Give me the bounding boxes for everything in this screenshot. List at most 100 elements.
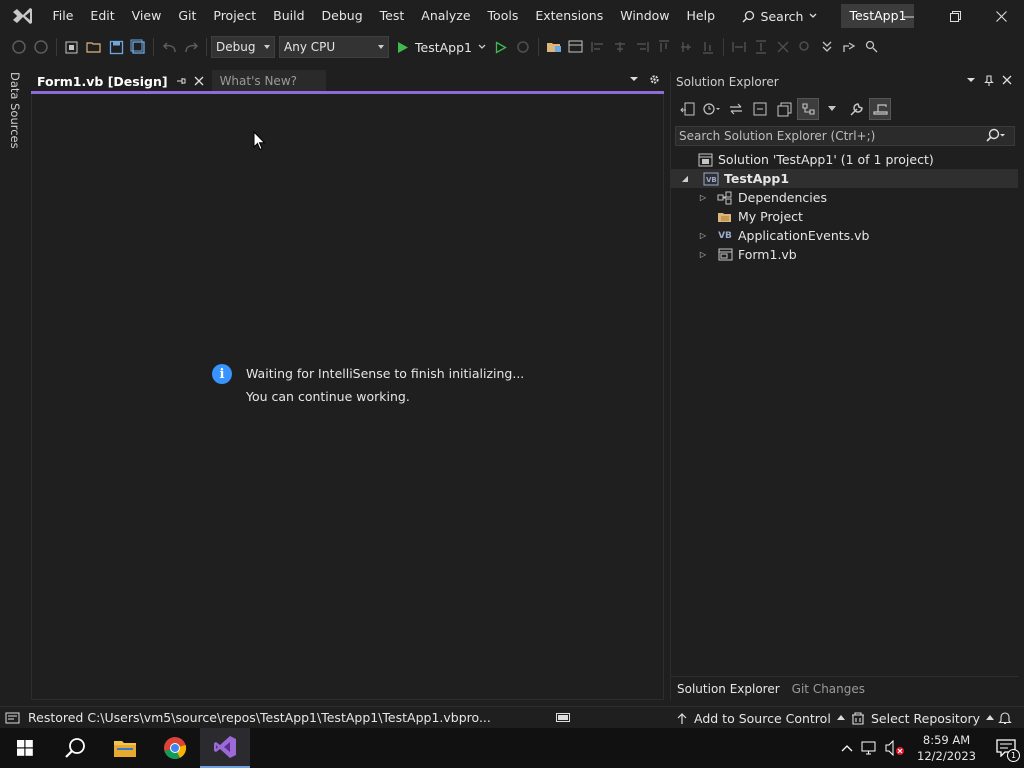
menu-tools[interactable]: Tools xyxy=(479,0,527,32)
window-position-dropdown-icon[interactable] xyxy=(966,75,976,85)
pending-changes-filter-button[interactable] xyxy=(701,98,723,120)
align-bottoms-button[interactable] xyxy=(697,36,719,58)
clock-icon xyxy=(703,103,720,115)
minimize-button[interactable] xyxy=(886,0,932,32)
tab-git-changes[interactable]: Git Changes xyxy=(786,682,871,696)
tree-item-dependencies[interactable]: ▷ Dependencies xyxy=(671,188,1018,207)
form-icon xyxy=(717,247,733,263)
new-project-button[interactable] xyxy=(61,36,83,58)
align-middles-button[interactable] xyxy=(675,36,697,58)
browse-folder-button[interactable] xyxy=(543,36,565,58)
tree-item-applicationevents[interactable]: ▷ VB ApplicationEvents.vb xyxy=(671,226,1018,245)
toolbar-overflow-button[interactable] xyxy=(816,36,838,58)
notifications-bell-icon[interactable] xyxy=(998,711,1012,725)
tab-list-dropdown-icon[interactable] xyxy=(629,74,639,84)
collapsed-triangle-icon[interactable]: ▷ xyxy=(697,249,709,261)
form-designer-surface[interactable]: i Waiting for IntelliSense to finish ini… xyxy=(31,94,664,700)
lock-controls-button[interactable] xyxy=(794,36,816,58)
network-icon[interactable] xyxy=(861,741,879,755)
menu-project[interactable]: Project xyxy=(205,0,265,32)
select-repository-button[interactable]: Select Repository xyxy=(851,707,995,729)
taskbar-clock[interactable]: 8:59 AM 12/2/2023 xyxy=(917,732,976,764)
data-sources-tab[interactable]: Data Sources xyxy=(8,72,22,149)
pin-icon[interactable] xyxy=(984,75,994,86)
redo-button[interactable] xyxy=(180,36,202,58)
close-icon[interactable] xyxy=(194,76,204,86)
close-window-button[interactable] xyxy=(978,0,1024,32)
align-rights-button[interactable] xyxy=(631,36,653,58)
save-all-button[interactable] xyxy=(127,36,149,58)
back-button[interactable] xyxy=(8,36,30,58)
menu-debug[interactable]: Debug xyxy=(313,0,371,32)
chevron-up-icon[interactable] xyxy=(841,744,853,752)
collapsed-triangle-icon[interactable]: ▷ xyxy=(697,192,709,204)
view-options-dropdown[interactable] xyxy=(821,98,843,120)
gear-icon[interactable] xyxy=(649,74,660,85)
properties-button[interactable] xyxy=(845,98,867,120)
sync-with-active-document-button[interactable] xyxy=(725,98,747,120)
align-lefts-button[interactable] xyxy=(587,36,609,58)
hot-reload-button[interactable] xyxy=(512,36,534,58)
copilot-button[interactable] xyxy=(860,36,882,58)
size-to-grid-button[interactable] xyxy=(772,36,794,58)
close-icon[interactable] xyxy=(1002,75,1012,85)
tree-item-solution[interactable]: Solution 'TestApp1' (1 of 1 project) xyxy=(671,150,1018,169)
search-icon[interactable] xyxy=(986,128,1006,144)
menu-view[interactable]: View xyxy=(123,0,170,32)
live-share-button[interactable] xyxy=(838,36,860,58)
menu-edit[interactable]: Edit xyxy=(82,0,123,32)
expanded-triangle-icon[interactable]: ◢ xyxy=(679,173,691,185)
collapse-all-button[interactable] xyxy=(749,98,771,120)
tree-item-form1[interactable]: ▷ Form1.vb xyxy=(671,245,1018,264)
taskbar-search-button[interactable] xyxy=(50,728,100,768)
pin-icon[interactable] xyxy=(176,76,186,86)
search-button[interactable]: Search xyxy=(736,4,824,28)
make-same-width-button[interactable] xyxy=(728,36,750,58)
menu-git[interactable]: Git xyxy=(170,0,205,32)
start-without-debugging-button[interactable] xyxy=(490,36,512,58)
align-left-icon xyxy=(591,42,603,52)
search-label: Search xyxy=(760,8,804,24)
menu-analyze[interactable]: Analyze xyxy=(413,0,479,32)
menu-build[interactable]: Build xyxy=(265,0,313,32)
tree-item-project-testapp1[interactable]: ◢ VB TestApp1 xyxy=(671,169,1018,188)
dependencies-icon xyxy=(717,190,733,206)
tab-strip-actions xyxy=(629,74,660,85)
volume-muted-icon[interactable] xyxy=(885,740,905,756)
preview-selected-items-button[interactable] xyxy=(797,98,819,120)
menu-file[interactable]: File xyxy=(44,0,82,32)
platform-dropdown[interactable]: Any CPU xyxy=(279,36,389,58)
output-messages-icon[interactable] xyxy=(5,712,20,724)
chrome-taskbar-button[interactable] xyxy=(150,728,200,768)
file-explorer-taskbar-button[interactable] xyxy=(100,728,150,768)
configuration-dropdown[interactable]: Debug xyxy=(211,36,275,58)
collapsed-triangle-icon[interactable]: ▷ xyxy=(697,230,709,242)
solution-explorer-search-input[interactable]: Search Solution Explorer (Ctrl+;) xyxy=(675,126,1015,146)
add-to-source-control-button[interactable]: Add to Source Control xyxy=(676,707,845,729)
tab-whats-new[interactable]: What's New? xyxy=(211,70,326,92)
undo-button[interactable] xyxy=(158,36,180,58)
wrench-icon xyxy=(849,102,863,116)
preview-button[interactable] xyxy=(869,98,891,120)
forward-button[interactable] xyxy=(30,36,52,58)
tree-item-my-project[interactable]: My Project xyxy=(671,207,1018,226)
layout-button[interactable] xyxy=(565,36,587,58)
menu-window[interactable]: Window xyxy=(612,0,678,32)
align-tops-button[interactable] xyxy=(653,36,675,58)
menu-extensions[interactable]: Extensions xyxy=(527,0,612,32)
tab-form1-design[interactable]: Form1.vb [Design] xyxy=(31,70,210,92)
show-all-files-button[interactable] xyxy=(773,98,795,120)
align-centers-button[interactable] xyxy=(609,36,631,58)
menu-help[interactable]: Help xyxy=(678,0,724,32)
tab-solution-explorer[interactable]: Solution Explorer xyxy=(671,682,786,696)
menu-test[interactable]: Test xyxy=(371,0,413,32)
action-center-button[interactable]: 1 xyxy=(988,728,1024,768)
start-debugging-button[interactable]: TestApp1 xyxy=(393,35,490,59)
make-same-height-button[interactable] xyxy=(750,36,772,58)
open-file-button[interactable] xyxy=(83,36,105,58)
save-button[interactable] xyxy=(105,36,127,58)
visual-studio-taskbar-button[interactable] xyxy=(200,728,250,768)
start-button[interactable] xyxy=(0,728,50,768)
switch-views-button[interactable] xyxy=(677,98,699,120)
restore-button[interactable] xyxy=(932,0,978,32)
